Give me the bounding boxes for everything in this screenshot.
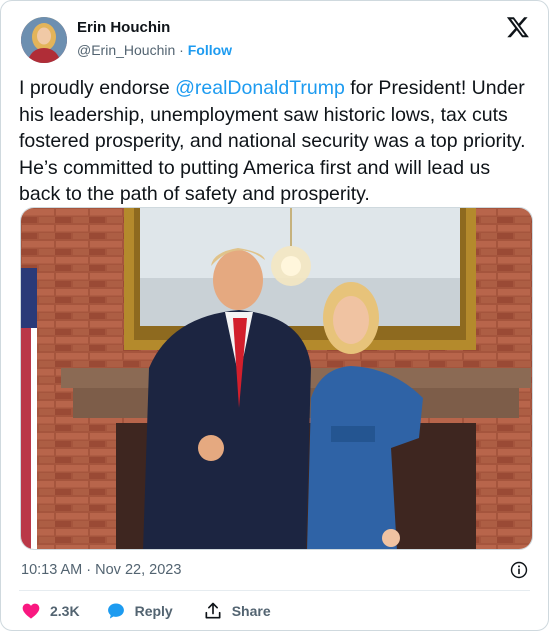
author-handle-row: @Erin_Houchin · Follow [77, 42, 232, 58]
heart-icon [22, 603, 40, 619]
author-handle[interactable]: @Erin_Houchin [77, 42, 175, 58]
share-icon [205, 602, 221, 619]
author-name[interactable]: Erin Houchin [77, 19, 170, 36]
divider [19, 590, 530, 591]
share-button[interactable]: Share [203, 601, 271, 621]
speech-bubble-icon [107, 603, 124, 619]
tweet-timestamp[interactable]: 10:13 AM · Nov 22, 2023 [21, 562, 181, 578]
x-logo-icon[interactable] [506, 15, 530, 39]
avatar[interactable] [21, 17, 67, 63]
info-icon[interactable] [510, 561, 528, 579]
handle-separator: · [179, 42, 184, 58]
tweet-text-start: I proudly endorse [19, 77, 176, 99]
tweet-photo[interactable] [20, 207, 533, 550]
like-count: 2.3K [50, 603, 80, 619]
like-button[interactable]: 2.3K [21, 601, 80, 621]
action-bar: 2.3K Reply Share [21, 599, 271, 623]
mention-link[interactable]: @realDonaldTrump [175, 77, 345, 99]
share-label: Share [231, 603, 271, 619]
reply-button[interactable]: Reply [106, 601, 173, 621]
tweet-card: Erin Houchin @Erin_Houchin · Follow I pr… [0, 0, 549, 631]
follow-button[interactable]: Follow [188, 42, 232, 58]
photo-illustration [21, 208, 532, 549]
reply-label: Reply [134, 603, 173, 619]
tweet-text: I proudly endorse @realDonaldTrump for P… [19, 75, 533, 208]
